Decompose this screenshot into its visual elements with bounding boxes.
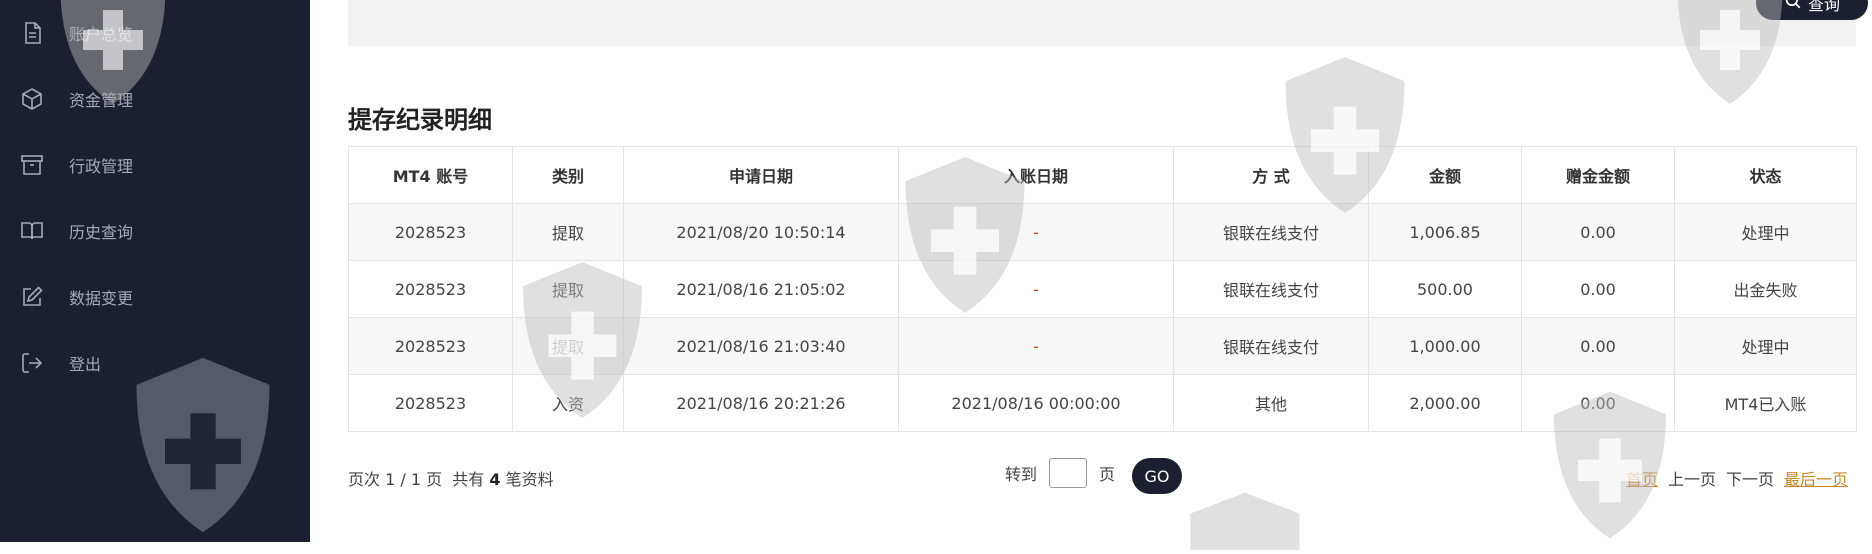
cell-credit-date: - bbox=[898, 203, 1174, 261]
cube-icon bbox=[19, 86, 45, 112]
document-icon bbox=[19, 20, 45, 46]
column-header: 方 式 bbox=[1173, 146, 1369, 204]
sidebar: 账户总览 资金管理 行政管理 历史查询 数据变更 登出 bbox=[0, 0, 310, 542]
goto-page-input[interactable] bbox=[1049, 458, 1088, 488]
cell-type: 提取 bbox=[512, 203, 624, 261]
total-count: 4 bbox=[489, 470, 501, 489]
cell-credit-date: 2021/08/16 00:00:00 bbox=[898, 374, 1174, 432]
sidebar-item-funds[interactable]: 资金管理 bbox=[0, 79, 310, 119]
table-row: 2028523 提取 2021/08/20 10:50:14 - 银联在线支付 … bbox=[348, 203, 1857, 261]
go-button[interactable]: GO bbox=[1132, 458, 1182, 494]
table-row: 2028523 入资 2021/08/16 20:21:26 2021/08/1… bbox=[348, 374, 1857, 432]
main-content: 查询 提存纪录明细 MT4 账号 类别 申请日期 入账日期 方 式 金额 赠金金… bbox=[310, 0, 1872, 542]
cell-apply-date: 2021/08/16 21:03:40 bbox=[623, 317, 899, 375]
cell-bonus: 0.00 bbox=[1521, 374, 1675, 432]
open-book-icon bbox=[19, 218, 45, 244]
search-panel: 查询 bbox=[348, 0, 1868, 46]
search-button-label: 查询 bbox=[1807, 0, 1840, 14]
cell-account: 2028523 bbox=[348, 260, 513, 318]
first-page-link[interactable]: 首页 bbox=[1626, 466, 1658, 490]
cell-bonus: 0.00 bbox=[1521, 203, 1675, 261]
column-header: MT4 账号 bbox=[348, 146, 513, 204]
records-table: MT4 账号 类别 申请日期 入账日期 方 式 金额 赠金金额 状态 20285… bbox=[348, 146, 1857, 432]
cell-amount: 1,006.85 bbox=[1368, 203, 1522, 261]
section-title: 提存纪录明细 bbox=[348, 106, 492, 134]
sidebar-item-label: 资金管理 bbox=[69, 91, 134, 110]
table-row: 2028523 提取 2021/08/16 21:03:40 - 银联在线支付 … bbox=[348, 317, 1857, 375]
page-prefix: 页次 bbox=[348, 470, 386, 489]
table-row: 2028523 提取 2021/08/16 21:05:02 - 银联在线支付 … bbox=[348, 260, 1857, 318]
goto-page: 转到 页 bbox=[1005, 458, 1115, 488]
sidebar-item-account-overview[interactable]: 账户总览 bbox=[0, 13, 310, 53]
sidebar-item-logout[interactable]: 登出 bbox=[0, 343, 310, 383]
sidebar-item-data-change[interactable]: 数据变更 bbox=[0, 277, 310, 317]
search-icon bbox=[1784, 0, 1802, 14]
column-header: 状态 bbox=[1674, 146, 1857, 204]
cell-type: 提取 bbox=[512, 260, 624, 318]
column-header: 赠金金额 bbox=[1521, 146, 1675, 204]
sidebar-item-label: 登出 bbox=[69, 355, 102, 374]
sidebar-item-admin[interactable]: 行政管理 bbox=[0, 145, 310, 185]
sidebar-item-label: 历史查询 bbox=[69, 223, 134, 242]
sidebar-item-label: 账户总览 bbox=[69, 25, 134, 44]
archive-box-icon bbox=[19, 152, 45, 178]
cell-apply-date: 2021/08/20 10:50:14 bbox=[623, 203, 899, 261]
cell-status: 处理中 bbox=[1674, 203, 1857, 261]
cell-amount: 2,000.00 bbox=[1368, 374, 1522, 432]
cell-method: 银联在线支付 bbox=[1173, 317, 1369, 375]
column-header: 类别 bbox=[512, 146, 624, 204]
cell-method: 银联在线支付 bbox=[1173, 260, 1369, 318]
next-page-link[interactable]: 下一页 bbox=[1726, 466, 1774, 490]
cell-type: 提取 bbox=[512, 317, 624, 375]
search-button[interactable]: 查询 bbox=[1756, 0, 1868, 20]
cell-account: 2028523 bbox=[348, 374, 513, 432]
pagination-summary: 页次 1 / 1 页 共有 4 笔资料 bbox=[348, 466, 554, 490]
cell-bonus: 0.00 bbox=[1521, 260, 1675, 318]
cell-method: 其他 bbox=[1173, 374, 1369, 432]
cell-status: 出金失败 bbox=[1674, 260, 1857, 318]
column-header: 入账日期 bbox=[898, 146, 1174, 204]
table-header-row: MT4 账号 类别 申请日期 入账日期 方 式 金额 赠金金额 状态 bbox=[348, 146, 1857, 204]
edit-icon bbox=[19, 284, 45, 310]
cell-credit-date: - bbox=[898, 317, 1174, 375]
cell-apply-date: 2021/08/16 20:21:26 bbox=[623, 374, 899, 432]
page-suffix: 页 bbox=[421, 470, 443, 489]
cell-credit-date: - bbox=[898, 260, 1174, 318]
cell-apply-date: 2021/08/16 21:05:02 bbox=[623, 260, 899, 318]
sidebar-item-label: 数据变更 bbox=[69, 289, 134, 308]
cell-status: 处理中 bbox=[1674, 317, 1857, 375]
column-header: 申请日期 bbox=[623, 146, 899, 204]
sidebar-item-label: 行政管理 bbox=[69, 157, 134, 176]
logout-icon bbox=[19, 350, 45, 376]
column-header: 金额 bbox=[1368, 146, 1522, 204]
cell-amount: 500.00 bbox=[1368, 260, 1522, 318]
total-suffix: 笔资料 bbox=[500, 470, 554, 489]
prev-page-link[interactable]: 上一页 bbox=[1668, 466, 1716, 490]
cell-bonus: 0.00 bbox=[1521, 317, 1675, 375]
last-page-link[interactable]: 最后一页 bbox=[1784, 466, 1848, 490]
pagination-links: 首页 上一页 下一页 最后一页 bbox=[1626, 466, 1848, 490]
total-prefix: 共有 bbox=[452, 470, 490, 489]
sidebar-item-history[interactable]: 历史查询 bbox=[0, 211, 310, 251]
cell-account: 2028523 bbox=[348, 203, 513, 261]
cell-account: 2028523 bbox=[348, 317, 513, 375]
goto-suffix: 页 bbox=[1099, 465, 1116, 484]
cell-amount: 1,000.00 bbox=[1368, 317, 1522, 375]
cell-status: MT4已入账 bbox=[1674, 374, 1857, 432]
cell-method: 银联在线支付 bbox=[1173, 203, 1369, 261]
cell-type: 入资 bbox=[512, 374, 624, 432]
goto-label: 转到 bbox=[1005, 465, 1038, 484]
page-info: 1 / 1 bbox=[385, 470, 422, 489]
